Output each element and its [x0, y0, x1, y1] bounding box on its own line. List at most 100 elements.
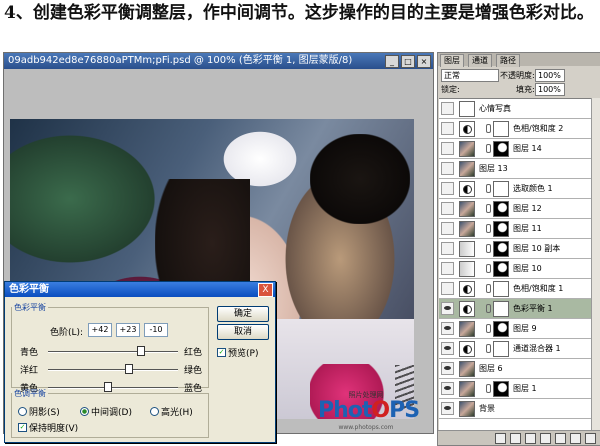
visibility-eye-icon[interactable] — [441, 222, 454, 235]
logo-url: www.photops.com — [338, 424, 394, 431]
visibility-eye-icon[interactable] — [441, 322, 454, 335]
visibility-eye-icon[interactable] — [441, 382, 454, 395]
layer-row[interactable]: 图层 10 副本 — [439, 239, 591, 259]
layer-row[interactable]: 色相/饱和度 2 — [439, 119, 591, 139]
opacity-label: 不透明度: — [500, 71, 535, 80]
new-layer-icon[interactable] — [570, 433, 581, 444]
layer-name: 图层 10 — [513, 264, 542, 273]
layer-row[interactable]: 图层 9 — [439, 319, 591, 339]
layer-name: 色彩平衡 1 — [513, 304, 553, 313]
minimize-icon[interactable]: _ — [385, 55, 399, 68]
link-chain-icon — [486, 284, 491, 293]
layer-row[interactable]: 图层 13 — [439, 159, 591, 179]
adjustment-thumbnail-icon — [459, 281, 475, 297]
link-chain-icon — [486, 224, 491, 233]
panel-bottom-toolbar — [438, 430, 600, 445]
layer-row[interactable]: 图层 10 — [439, 259, 591, 279]
link-chain-icon — [486, 324, 491, 333]
slider-thumb[interactable] — [137, 346, 146, 356]
visibility-eye-icon[interactable] — [441, 262, 454, 275]
layer-name: 背景 — [479, 404, 495, 413]
tab-paths[interactable]: 路径 — [496, 54, 520, 67]
visibility-eye-icon[interactable] — [441, 122, 454, 135]
layer-thumbnail — [459, 381, 475, 397]
green-label: 绿色 — [183, 366, 202, 376]
blend-mode-select[interactable]: 正常 — [441, 69, 499, 82]
layer-thumbnail — [459, 221, 475, 237]
panel-tabs: 图层 通道 路径 — [438, 53, 600, 67]
visibility-eye-icon[interactable] — [441, 342, 454, 355]
adjustment-layer-icon[interactable] — [540, 433, 551, 444]
visibility-eye-icon[interactable] — [441, 362, 454, 375]
layer-row[interactable]: 图层 11 — [439, 219, 591, 239]
radio-highlights[interactable]: 高光(H) — [150, 405, 193, 418]
magenta-green-slider[interactable]: 洋红 绿色 — [12, 363, 208, 376]
visibility-eye-icon[interactable] — [441, 162, 454, 175]
layer-style-icon[interactable] — [510, 433, 521, 444]
layer-row[interactable]: 图层 1 — [439, 379, 591, 399]
adjustment-thumbnail-icon — [459, 341, 475, 357]
adjustment-thumbnail-icon — [459, 301, 475, 317]
visibility-eye-icon[interactable] — [441, 302, 454, 315]
slider-track — [48, 369, 178, 371]
close-icon[interactable]: × — [417, 55, 431, 68]
fill-input[interactable]: 100% — [535, 83, 565, 96]
visibility-eye-icon[interactable] — [441, 402, 454, 415]
add-mask-icon[interactable] — [525, 433, 536, 444]
link-chain-icon — [486, 144, 491, 153]
document-title: 09adb942ed8e76880aPTMm;pFi.psd @ 100% (色… — [4, 53, 433, 69]
level-yellow-blue-input[interactable]: -10 — [144, 323, 168, 337]
opacity-input[interactable]: 100% — [535, 69, 565, 82]
visibility-eye-icon[interactable] — [441, 202, 454, 215]
layer-thumbnail — [459, 241, 475, 257]
layer-row[interactable]: 图层 12 — [439, 199, 591, 219]
link-chain-icon — [486, 264, 491, 273]
layer-row[interactable]: 图层 6 — [439, 359, 591, 379]
visibility-eye-icon[interactable] — [441, 282, 454, 295]
dialog-close-icon[interactable]: X — [258, 283, 273, 297]
preview-checkbox[interactable]: ✓ 预览(P) — [217, 346, 258, 359]
ok-button[interactable]: 确定 — [217, 306, 269, 322]
radio-midtones[interactable]: 中间调(D) — [80, 405, 132, 418]
link-layers-icon[interactable] — [495, 433, 506, 444]
logo-brand: PhotOPS — [318, 398, 420, 423]
mask-thumbnail — [493, 301, 509, 317]
tab-channels[interactable]: 通道 — [468, 54, 492, 67]
tone-balance-legend: 色调平衡 — [14, 389, 46, 398]
layers-scrollbar[interactable] — [591, 98, 600, 430]
mask-thumbnail — [493, 381, 509, 397]
mask-thumbnail — [493, 201, 509, 217]
maximize-icon[interactable]: □ — [401, 55, 415, 68]
adjustment-thumbnail-icon — [459, 121, 475, 137]
layer-row[interactable]: 选取颜色 1 — [439, 179, 591, 199]
preserve-luminosity-checkbox[interactable]: ✓ 保持明度(V) — [18, 421, 78, 434]
layer-row[interactable]: 色彩平衡 1 — [439, 299, 591, 319]
layer-row[interactable]: 背景 — [439, 399, 591, 419]
layer-row[interactable]: 图层 14 — [439, 139, 591, 159]
mask-thumbnail — [493, 321, 509, 337]
tone-balance-group: 色调平衡 阴影(S) 中间调(D) 高光(H) ✓ 保持明度(V) — [11, 388, 209, 438]
cancel-button[interactable]: 取消 — [217, 324, 269, 340]
layer-row[interactable]: 通道混合器 1 — [439, 339, 591, 359]
visibility-eye-icon[interactable] — [441, 102, 454, 115]
mask-thumbnail — [493, 181, 509, 197]
visibility-eye-icon[interactable] — [441, 182, 454, 195]
layer-name: 通道混合器 1 — [513, 344, 561, 353]
slider-thumb[interactable] — [124, 364, 133, 374]
visibility-eye-icon[interactable] — [441, 142, 454, 155]
new-group-icon[interactable] — [555, 433, 566, 444]
level-magenta-green-input[interactable]: +23 — [116, 323, 140, 337]
level-cyan-red-input[interactable]: +42 — [88, 323, 112, 337]
visibility-eye-icon[interactable] — [441, 242, 454, 255]
levels-label: 色阶(L): — [50, 328, 84, 338]
link-chain-icon — [486, 184, 491, 193]
cyan-red-slider[interactable]: 青色 红色 — [12, 345, 208, 358]
trash-icon[interactable] — [585, 433, 596, 444]
layer-row[interactable]: 心情写真 — [439, 99, 591, 119]
link-chain-icon — [486, 244, 491, 253]
radio-shadows[interactable]: 阴影(S) — [18, 405, 60, 418]
mask-thumbnail — [493, 281, 509, 297]
mask-thumbnail — [493, 261, 509, 277]
layer-row[interactable]: 色相/饱和度 1 — [439, 279, 591, 299]
tab-layers[interactable]: 图层 — [440, 54, 464, 67]
